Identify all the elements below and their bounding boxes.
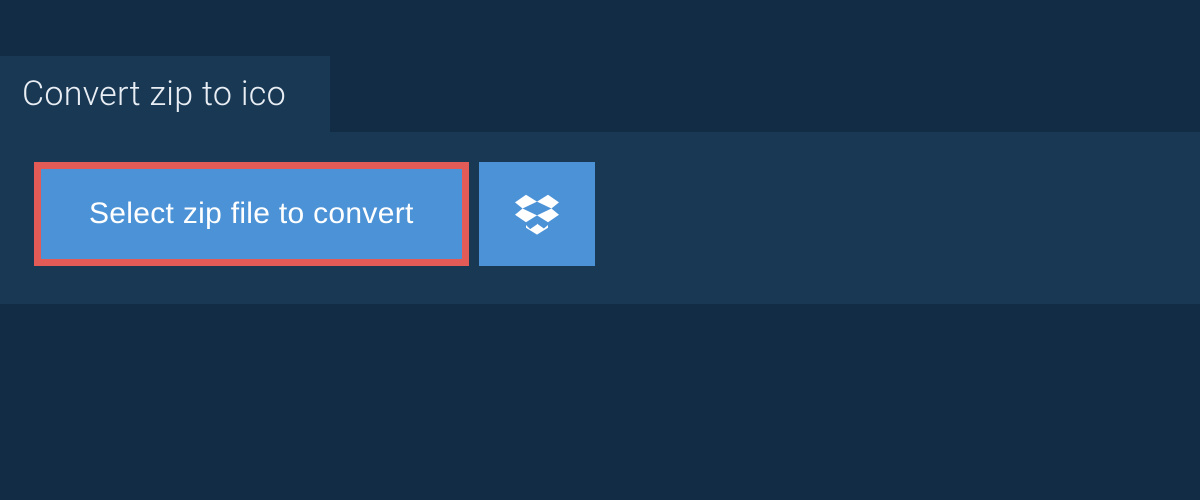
button-row: Select zip file to convert <box>34 162 1166 266</box>
page-title: Convert zip to ico <box>22 74 286 114</box>
select-file-highlight: Select zip file to convert <box>34 162 469 266</box>
select-file-button[interactable]: Select zip file to convert <box>41 169 462 259</box>
dropbox-button[interactable] <box>479 162 595 266</box>
tab-header: Convert zip to ico <box>0 56 330 132</box>
dropbox-icon <box>515 192 559 236</box>
upload-panel: Select zip file to convert <box>0 132 1200 304</box>
select-file-label: Select zip file to convert <box>89 197 414 231</box>
